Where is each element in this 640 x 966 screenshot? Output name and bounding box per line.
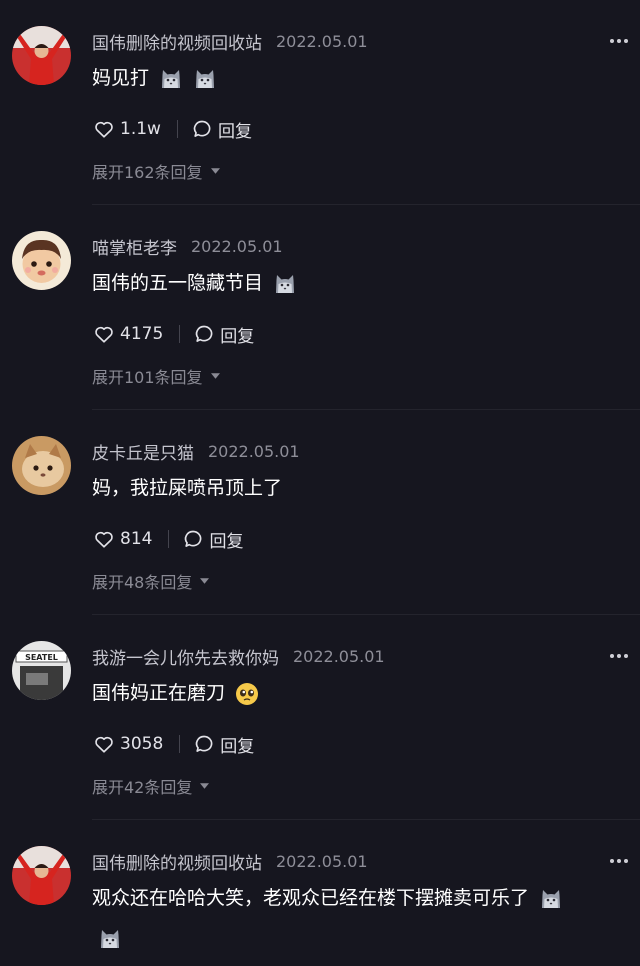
cat-emoji-icon — [273, 272, 297, 296]
more-options-icon[interactable] — [610, 38, 628, 44]
comment-date: 2022.05.01 — [293, 646, 385, 666]
comment-text: 妈，我拉屎喷吊顶上了 — [92, 472, 612, 504]
actions-divider — [168, 530, 170, 548]
expand-replies-label: 展开42条回复 — [92, 778, 193, 797]
like-count: 3058 — [120, 734, 164, 754]
comment-text-content: 观众还在哈哈大笑，老观众已经在楼下摆摊卖可乐了 — [92, 887, 530, 909]
comment-header: 喵掌柜老李 2022.05.01 — [92, 234, 283, 259]
actions-divider — [176, 120, 178, 138]
svg-text:SEATEL: SEATEL — [25, 653, 58, 662]
comment-text: 国伟的五一隐藏节目 — [92, 267, 612, 299]
actions-divider — [179, 325, 181, 343]
comment-item: 皮卡丘是只猫 2022.05.01 妈，我拉屎喷吊顶上了 814 回复 展开48… — [0, 410, 640, 615]
username[interactable]: 喵掌柜老李 — [92, 234, 177, 259]
comment-header: 国伟删除的视频回收站 2022.05.01 — [92, 29, 368, 54]
actions-divider — [179, 735, 181, 753]
avatar[interactable] — [12, 436, 71, 495]
speech-bubble-icon[interactable] — [194, 734, 214, 754]
reply-button[interactable]: 回复 — [220, 322, 254, 347]
comment-date: 2022.05.01 — [276, 31, 368, 51]
expand-replies-button[interactable]: 展开162条回复 — [92, 160, 220, 182]
heart-outline-icon[interactable] — [94, 120, 114, 138]
cat-emoji-icon — [159, 67, 183, 91]
caret-down-icon — [200, 578, 210, 584]
heart-outline-icon[interactable] — [94, 530, 114, 548]
reply-button[interactable]: 回复 — [209, 527, 243, 552]
expand-replies-label: 展开101条回复 — [92, 368, 203, 387]
speech-bubble-icon[interactable] — [183, 529, 203, 549]
avatar[interactable]: SEATEL — [12, 641, 71, 700]
comment-actions: 3058 回复 — [94, 732, 254, 757]
avatar[interactable] — [12, 26, 71, 85]
username[interactable]: 国伟删除的视频回收站 — [92, 849, 262, 874]
comment-date: 2022.05.01 — [191, 236, 283, 256]
more-options-icon[interactable] — [610, 858, 628, 864]
comment-item: SEATEL 我游一会儿你先去救你妈 2022.05.01 国伟妈正在磨刀 30… — [0, 615, 640, 820]
cat-emoji-icon — [539, 887, 563, 911]
avatar[interactable] — [12, 846, 71, 905]
comment-item: 国伟删除的视频回收站 2022.05.01 妈见打 1.1w 回复 展开162条… — [0, 0, 640, 205]
comment-date: 2022.05.01 — [208, 441, 300, 461]
like-count: 1.1w — [120, 119, 161, 139]
comment-item: 喵掌柜老李 2022.05.01 国伟的五一隐藏节目 4175 回复 展开101… — [0, 205, 640, 410]
comment-text-content: 妈见打 — [92, 67, 150, 89]
like-count: 4175 — [120, 324, 164, 344]
username[interactable]: 皮卡丘是只猫 — [92, 439, 194, 464]
comment-item: 国伟删除的视频回收站 2022.05.01 观众还在哈哈大笑，老观众已经在楼下摆… — [0, 820, 640, 966]
expand-replies-button[interactable]: 展开48条回复 — [92, 570, 210, 592]
comment-text-content: 国伟的五一隐藏节目 — [92, 272, 264, 294]
caret-down-icon — [200, 783, 210, 789]
comment-text: 妈见打 — [92, 62, 612, 94]
caret-down-icon — [210, 373, 220, 379]
speech-bubble-icon[interactable] — [194, 324, 214, 344]
comment-actions: 4175 回复 — [94, 322, 254, 347]
comment-date: 2022.05.01 — [276, 851, 368, 871]
comment-header: 我游一会儿你先去救你妈 2022.05.01 — [92, 644, 385, 669]
expand-replies-label: 展开48条回复 — [92, 573, 193, 592]
reply-button[interactable]: 回复 — [218, 117, 252, 142]
comment-text-content: 妈，我拉屎喷吊顶上了 — [92, 477, 283, 499]
username[interactable]: 国伟删除的视频回收站 — [92, 29, 262, 54]
speech-bubble-icon[interactable] — [192, 119, 212, 139]
username[interactable]: 我游一会儿你先去救你妈 — [92, 644, 279, 669]
avatar[interactable] — [12, 231, 71, 290]
expand-replies-label: 展开162条回复 — [92, 163, 203, 182]
expand-replies-button[interactable]: 展开101条回复 — [92, 365, 220, 387]
comment-header: 国伟删除的视频回收站 2022.05.01 — [92, 849, 368, 874]
comment-header: 皮卡丘是只猫 2022.05.01 — [92, 439, 300, 464]
cat-emoji-icon — [193, 67, 217, 91]
comment-text: 观众还在哈哈大笑，老观众已经在楼下摆摊卖可乐了 — [92, 878, 612, 958]
pleading-face-emoji-icon — [236, 682, 259, 705]
expand-replies-button[interactable]: 展开42条回复 — [92, 775, 210, 797]
caret-down-icon — [210, 168, 220, 174]
heart-outline-icon[interactable] — [94, 735, 114, 753]
comment-text: 国伟妈正在磨刀 — [92, 677, 612, 709]
heart-outline-icon[interactable] — [94, 325, 114, 343]
cat-emoji-icon — [98, 927, 122, 951]
more-options-icon[interactable] — [610, 653, 628, 659]
comment-actions: 1.1w 回复 — [94, 117, 252, 142]
like-count: 814 — [120, 529, 153, 549]
comment-text-content: 国伟妈正在磨刀 — [92, 682, 226, 704]
comment-actions: 814 回复 — [94, 527, 243, 552]
reply-button[interactable]: 回复 — [220, 732, 254, 757]
